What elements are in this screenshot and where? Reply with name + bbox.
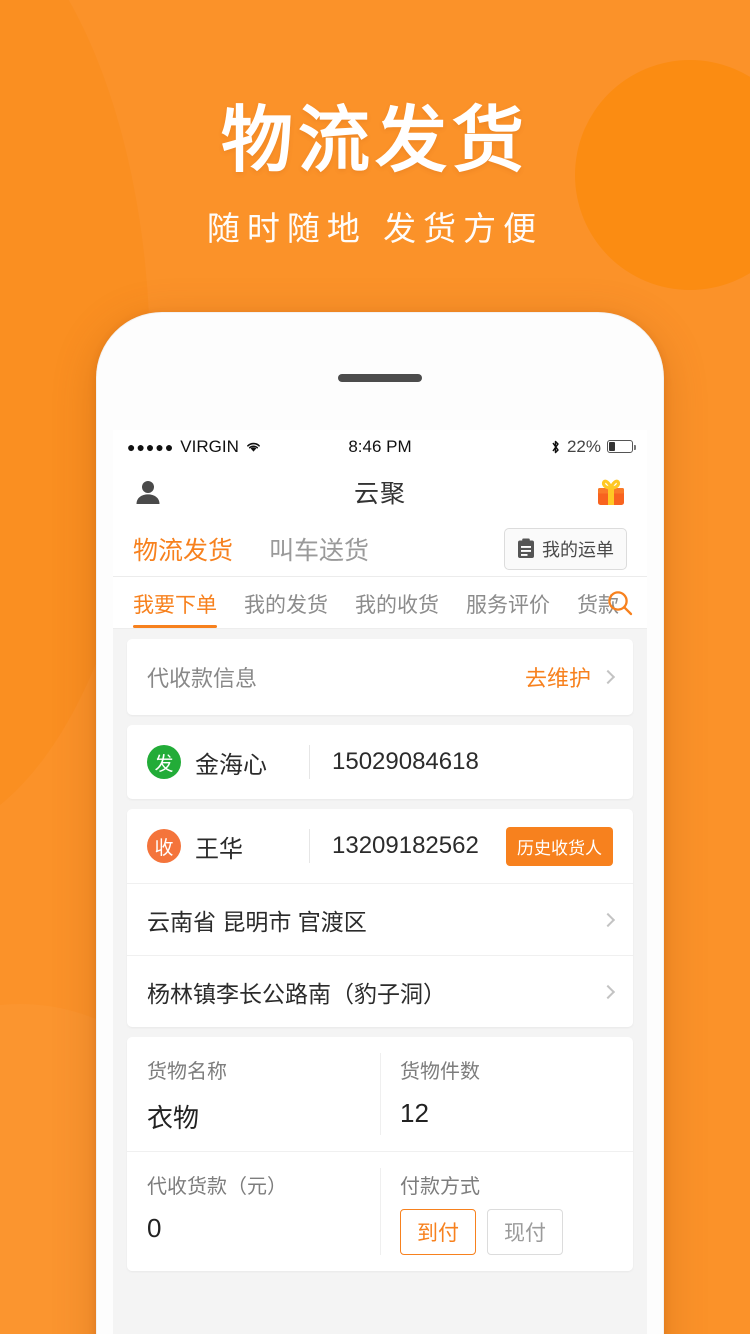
- tab-logistics-shipping[interactable]: 物流发货: [133, 531, 233, 567]
- person-icon[interactable]: [133, 477, 163, 507]
- chevron-right-icon: [600, 669, 616, 685]
- hero-section: 物流发货 随时随地 发货方便: [0, 101, 750, 250]
- payment-method-label: 付款方式: [400, 1176, 480, 1198]
- sender-badge-icon: 发: [147, 745, 181, 779]
- app-title: 云聚: [353, 480, 406, 508]
- collection-info-label: 代收款信息: [147, 666, 258, 691]
- sender-phone: 15029084618: [332, 748, 479, 775]
- signal-dots-icon: ●●●●●: [127, 438, 175, 455]
- status-bar-right: 22%: [412, 436, 637, 457]
- subtab-service-rating[interactable]: 服务评价: [466, 589, 550, 628]
- receiver-row[interactable]: 收 王华 13209182562 历史收货人: [127, 809, 633, 883]
- my-waybill-label: 我的运单: [542, 539, 614, 560]
- phone-mockup: ●●●●● VIRGIN 8:46 PM 22% 云聚 物流发货 叫车送货 我的…: [96, 312, 664, 1334]
- goods-name-label: 货物名称: [147, 1061, 227, 1083]
- status-bar: ●●●●● VIRGIN 8:46 PM 22%: [113, 430, 647, 463]
- chevron-right-icon: [600, 984, 616, 999]
- receiver-badge-icon: 收: [147, 829, 181, 863]
- collection-info-row[interactable]: 代收款信息 去维护: [127, 639, 633, 715]
- tab-call-vehicle-delivery[interactable]: 叫车送货: [269, 531, 369, 567]
- goods-count-cell[interactable]: 货物件数 12: [380, 1037, 633, 1151]
- goods-card: 货物名称 衣物 货物件数 12 代收货款（元） 0 付款方式 到付 现付: [127, 1037, 633, 1271]
- collection-info-card[interactable]: 代收款信息 去维护: [127, 639, 633, 715]
- receiver-region-row[interactable]: 云南省 昆明市 官渡区: [127, 883, 633, 955]
- goods-count-value[interactable]: 12: [400, 1098, 613, 1130]
- collection-maintain-link[interactable]: 去维护: [525, 661, 591, 693]
- history-receiver-button[interactable]: 历史收货人: [506, 826, 613, 866]
- receiver-name: 王华: [195, 835, 243, 863]
- goods-row-2: 代收货款（元） 0 付款方式 到付 现付: [127, 1152, 633, 1271]
- status-bar-left: ●●●●● VIRGIN: [127, 437, 348, 457]
- page-subtitle: 随时随地 发货方便: [206, 209, 544, 247]
- sender-card[interactable]: 发 金海心 15029084618: [127, 725, 633, 799]
- battery-percent-label: 22%: [566, 436, 601, 456]
- clipboard-icon: [518, 538, 534, 558]
- divider: [309, 829, 310, 863]
- order-form-content: 代收款信息 去维护 发 金海心 15029084618 收 王华 1320918…: [113, 629, 647, 1271]
- my-waybill-button[interactable]: 我的运单: [504, 527, 627, 570]
- bluetooth-icon: [552, 440, 559, 453]
- goods-count-label: 货物件数: [400, 1061, 480, 1083]
- receiver-phone: 13209182562: [332, 832, 479, 859]
- status-bar-time: 8:46 PM: [348, 436, 412, 456]
- subtab-my-shipments[interactable]: 我的发货: [244, 589, 328, 628]
- battery-icon: [607, 440, 637, 453]
- chevron-right-icon: [600, 912, 616, 927]
- phone-speaker-grille: [338, 374, 422, 382]
- divider: [309, 745, 310, 779]
- carrier-label: VIRGIN: [180, 436, 239, 456]
- goods-name-value[interactable]: 衣物: [147, 1098, 360, 1135]
- wifi-icon: [246, 442, 260, 452]
- sender-name: 金海心: [195, 751, 267, 779]
- subtab-place-order[interactable]: 我要下单: [133, 589, 217, 628]
- payment-option-prepaid[interactable]: 现付: [487, 1209, 563, 1255]
- cod-amount-value[interactable]: 0: [147, 1213, 360, 1245]
- payment-method-cell: 付款方式 到付 现付: [380, 1152, 633, 1271]
- receiver-detail-address: 杨林镇李长公路南（豹子洞）: [147, 980, 446, 1007]
- payment-option-on-delivery[interactable]: 到付: [400, 1209, 476, 1255]
- receiver-region: 云南省 昆明市 官渡区: [147, 908, 367, 935]
- cod-amount-label: 代收货款（元）: [147, 1176, 287, 1198]
- cod-amount-cell[interactable]: 代收货款（元） 0: [127, 1152, 380, 1271]
- top-tab-row: 物流发货 叫车送货 我的运单: [113, 521, 647, 577]
- receiver-card[interactable]: 收 王华 13209182562 历史收货人 云南省 昆明市 官渡区 杨林镇李长…: [127, 809, 633, 1027]
- subtab-my-receipts[interactable]: 我的收货: [355, 589, 439, 628]
- sender-row[interactable]: 发 金海心 15029084618: [127, 725, 633, 799]
- sub-tab-row: 我要下单 我的发货 我的收货 服务评价 货款: [113, 577, 647, 629]
- receiver-detail-address-row[interactable]: 杨林镇李长公路南（豹子洞）: [127, 955, 633, 1027]
- search-icon[interactable]: [605, 588, 635, 618]
- phone-screen: ●●●●● VIRGIN 8:46 PM 22% 云聚 物流发货 叫车送货 我的…: [113, 430, 647, 1334]
- app-header: 云聚: [113, 463, 647, 521]
- goods-row-1: 货物名称 衣物 货物件数 12: [127, 1037, 633, 1152]
- payment-method-options: 到付 现付: [400, 1209, 613, 1255]
- gift-icon[interactable]: [595, 476, 627, 508]
- goods-name-cell[interactable]: 货物名称 衣物: [127, 1037, 380, 1151]
- page-title: 物流发货: [220, 101, 529, 181]
